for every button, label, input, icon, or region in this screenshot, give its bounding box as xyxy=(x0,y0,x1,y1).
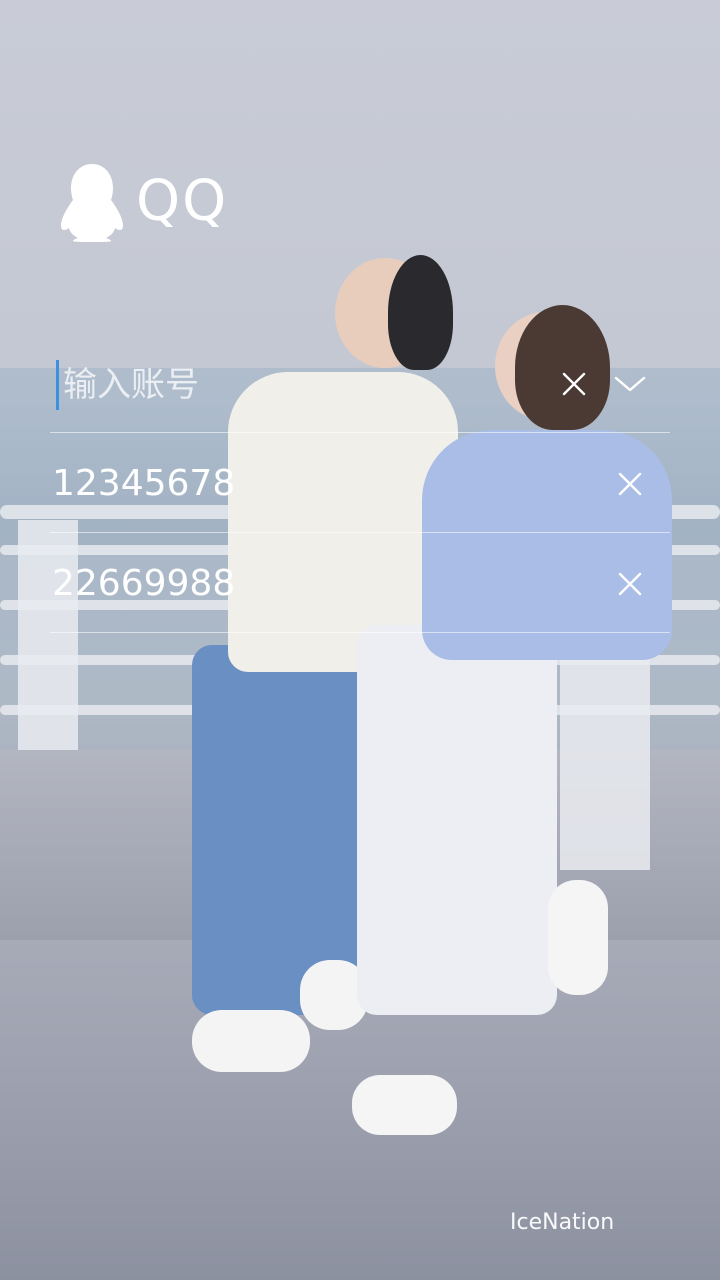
woman-figure-skirt xyxy=(357,625,557,1015)
penguin-icon xyxy=(61,164,123,242)
remove-account-button[interactable] xyxy=(610,464,650,504)
saved-account-number: 12345678 xyxy=(52,463,236,504)
saved-account-number: 22669988 xyxy=(52,563,236,604)
account-input[interactable] xyxy=(56,360,535,410)
app-name: QQ xyxy=(136,169,229,234)
app-logo: QQ xyxy=(58,162,228,242)
man-figure-shoe xyxy=(192,1010,310,1072)
saved-account-item[interactable]: 22669988 xyxy=(50,532,670,633)
close-icon xyxy=(618,472,642,496)
chevron-down-icon xyxy=(614,376,646,392)
saved-account-item[interactable]: 12345678 xyxy=(50,432,670,533)
remove-account-button[interactable] xyxy=(610,564,650,604)
account-field xyxy=(50,332,670,433)
woman-figure-shoe xyxy=(352,1075,457,1135)
woman-figure-shoe xyxy=(548,880,608,995)
clear-input-button[interactable] xyxy=(554,364,594,404)
account-dropdown-button[interactable] xyxy=(610,364,650,404)
close-icon xyxy=(562,372,586,396)
close-icon xyxy=(618,572,642,596)
watermark: IceNation xyxy=(510,1210,615,1235)
